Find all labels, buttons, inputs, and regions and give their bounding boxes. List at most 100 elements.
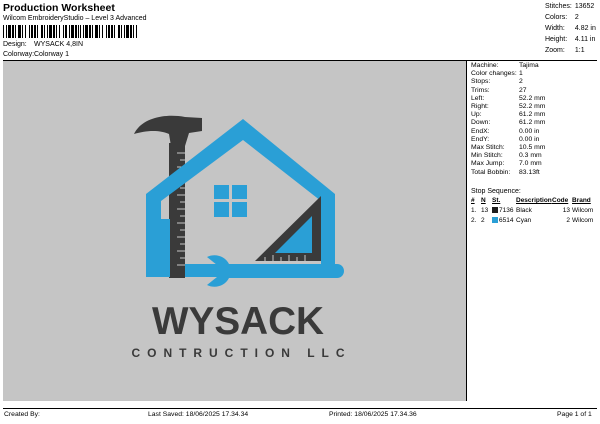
param-value: 52.2 mm — [519, 94, 546, 102]
param-value: 61.2 mm — [519, 119, 546, 127]
param-value: 83.13ft — [519, 168, 540, 176]
stop-sequence-heading: Stop Sequence: — [471, 188, 521, 195]
footer-printed: Printed: 18/06/2025 17.34.36 — [329, 411, 417, 418]
barcode-bar — [136, 25, 137, 38]
stop-sequence-row: 2. 2 6514 Cyan 2 Wilcom — [471, 215, 597, 225]
stop-sequence-header-row: # N St. Description Code Brand — [471, 196, 597, 205]
param-label: Min Stitch: — [471, 152, 503, 160]
barcode-bar — [95, 25, 98, 38]
stat-value: 13652 — [572, 1, 600, 13]
param-value: 0.3 mm — [519, 152, 542, 160]
barcode-bar — [6, 25, 7, 38]
stat-row: Stitches: 13652 — [544, 1, 600, 13]
stat-label: Height: — [545, 36, 568, 43]
barcode-bar — [78, 25, 79, 38]
barcode-bar — [3, 25, 4, 38]
barcode-bar — [99, 25, 100, 38]
param-row: Left: 52.2 mm — [471, 95, 597, 103]
param-label: Right: — [471, 103, 489, 111]
design-label: Design: — [3, 41, 27, 48]
barcode — [3, 25, 137, 38]
param-row: Min Stitch: 0.3 mm — [471, 152, 597, 160]
param-row: Max Jump: 7.0 mm — [471, 160, 597, 168]
barcode-bar — [133, 25, 134, 38]
brand-name: WYSACK — [152, 300, 324, 343]
barcode-bar — [56, 25, 57, 38]
design-row: Design: WYSACK 4,8IN — [3, 41, 83, 48]
machine-parameters: Machine: Tajima Color changes: 1 Stops: 2 T… — [471, 62, 597, 177]
col-header: N — [481, 197, 486, 204]
barcode-bar — [69, 25, 70, 38]
param-label: Max Jump: — [471, 160, 505, 168]
barcode-bar — [106, 25, 107, 38]
param-value: 52.2 mm — [519, 103, 546, 111]
param-label: Left: — [471, 94, 485, 102]
stat-row: Colors: 2 — [544, 12, 600, 24]
stat-value: 2 — [572, 12, 600, 24]
barcode-bar — [8, 25, 11, 38]
stop-stitches: 6514 — [492, 215, 516, 225]
barcode-bar — [12, 25, 14, 38]
param-value: 27 — [519, 86, 527, 94]
barcode-bar — [124, 25, 125, 38]
stop-description: Black — [516, 206, 532, 214]
stop-sequence: Stop Sequence: # N St. Description Code … — [471, 187, 597, 225]
stat-label: Width: — [545, 25, 565, 32]
param-value: 0.00 in — [519, 127, 540, 135]
barcode-bar — [80, 25, 81, 38]
software-subtitle: Wilcom EmbroideryStudio – Level 3 Advanc… — [3, 15, 147, 22]
stat-label: Zoom: — [545, 47, 565, 54]
barcode-bar — [118, 25, 120, 38]
col-header: Brand — [572, 197, 591, 204]
stop-description: Cyan — [516, 216, 532, 224]
barcode-bar — [49, 25, 52, 38]
barcode-bar — [92, 25, 93, 38]
barcode-bar — [71, 25, 74, 38]
stop-n: 13 — [481, 206, 489, 214]
barcode-bar — [59, 25, 60, 38]
barcode-bar — [25, 25, 26, 38]
param-label: Color changes: — [471, 70, 517, 78]
footer-created-by: Created By: — [4, 411, 40, 418]
param-row: Total Bobbin: 83.13ft — [471, 169, 597, 177]
stop-st: 6514 — [499, 216, 514, 224]
param-row: EndX: 0.00 in — [471, 128, 597, 136]
param-label: Trims: — [471, 86, 490, 94]
param-label: EndX: — [471, 127, 490, 135]
stat-label: Stitches: — [545, 3, 572, 10]
barcode-bar — [83, 25, 84, 38]
stat-row: Zoom: 1:1 — [544, 45, 600, 57]
brand-tagline: CONTRUCTION LLC — [132, 346, 345, 360]
barcode-bar — [47, 25, 48, 38]
stop-n: 2 — [481, 216, 485, 224]
barcode-bar — [44, 25, 45, 38]
barcode-bar — [29, 25, 30, 38]
col-header: # — [471, 197, 475, 204]
col-header: St. — [492, 197, 501, 204]
stop-sequence-row: 1. 13 7136 Black 13 Wilcom — [471, 205, 597, 215]
barcode-bar — [31, 25, 33, 38]
barcode-bar — [65, 25, 67, 38]
barcode-bar — [102, 25, 103, 38]
colorway-label: Colorway: — [3, 51, 35, 58]
stop-brand: Wilcom — [572, 216, 594, 224]
barcode-bar — [89, 25, 91, 38]
house-window — [214, 185, 247, 217]
worksheet-title: Production Worksheet — [3, 2, 115, 14]
barcode-bar — [130, 25, 132, 38]
param-row: Stops: 2 — [471, 78, 597, 86]
design-value: WYSACK 4,8IN — [34, 41, 84, 48]
footer-last-saved: Last Saved: 18/06/2025 17.34.34 — [148, 411, 249, 418]
barcode-bar — [85, 25, 88, 38]
stat-value: 4.11 in — [572, 34, 600, 46]
param-label: Stops: — [471, 78, 491, 86]
stop-num: 1. — [471, 206, 477, 214]
color-swatch — [492, 206, 498, 213]
design-preview: WYSACK CONTRUCTION LLC — [3, 61, 467, 401]
param-value: 1 — [519, 70, 523, 78]
param-row: EndY: 0.00 in — [471, 136, 597, 144]
stop-sequence-table: # N St. Description Code Brand 1. 13 713… — [471, 196, 597, 225]
colorway-row: Colorway:Colorway 1 — [3, 51, 69, 58]
param-row: Up: 61.2 mm — [471, 111, 597, 119]
stop-st: 7136 — [499, 206, 514, 214]
